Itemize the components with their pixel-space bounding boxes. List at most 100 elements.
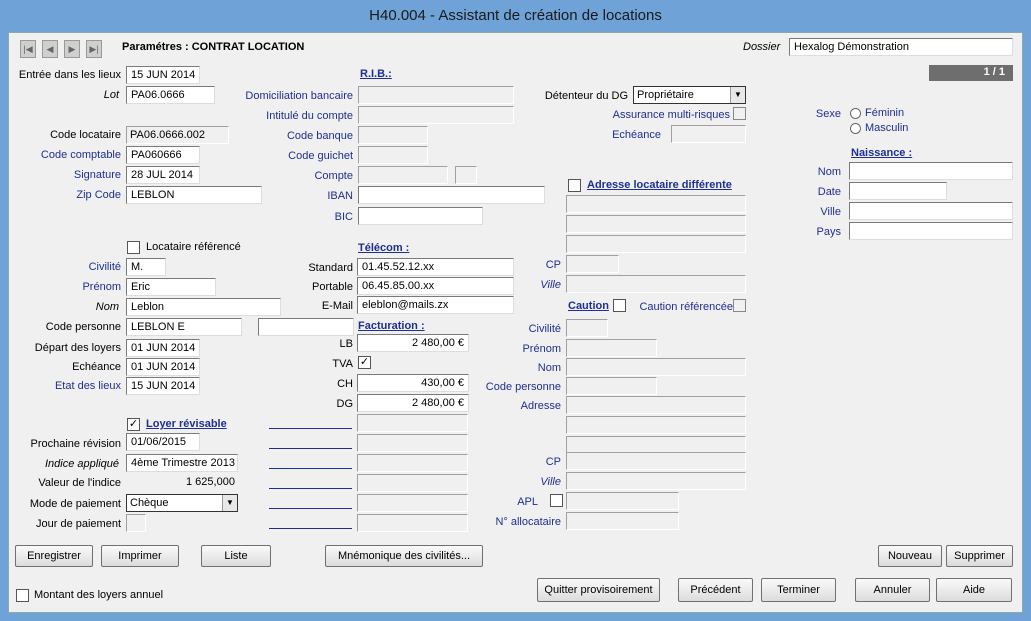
compte-label: Compte (314, 170, 353, 182)
naissance-nom-field[interactable] (849, 162, 1013, 180)
depart-label: Départ des loyers (34, 342, 121, 354)
tva-label: TVA (332, 358, 353, 370)
slot-field (357, 414, 468, 432)
feminin-radio[interactable] (850, 108, 861, 119)
lot-field[interactable]: PA06.0666 (126, 86, 215, 104)
allocataire-field (566, 512, 679, 530)
adresse-diff-checkbox[interactable] (568, 179, 581, 192)
next-record-icon[interactable]: ▶ (64, 40, 80, 58)
enregistrer-button[interactable]: Enregistrer (15, 545, 93, 567)
entree-label: Entrée dans les lieux (18, 69, 121, 81)
assurance-checkbox[interactable] (733, 107, 746, 120)
compte-cle-field (455, 166, 477, 184)
dossier-label: Dossier (743, 41, 781, 53)
line-slot (269, 448, 352, 449)
mode-paiement-select[interactable]: Chèque ▼ (126, 494, 238, 512)
locataire-ref-label: Locataire référencé (146, 241, 241, 253)
aide-button[interactable]: Aide (936, 578, 1012, 602)
precedent-button[interactable]: Précédent (678, 578, 753, 602)
etat-field[interactable]: 15 JUN 2014 (126, 377, 200, 395)
iban-field[interactable] (358, 186, 545, 204)
prenom-label: Prénom (82, 281, 121, 293)
lb-field[interactable]: 2 480,00 € (357, 334, 469, 352)
code-personne-extra-field[interactable] (258, 318, 354, 336)
terminer-button[interactable]: Terminer (761, 578, 836, 602)
chevron-down-icon: ▼ (222, 495, 237, 511)
caution-title: Caution (568, 300, 609, 312)
detenteur-select[interactable]: Propriétaire ▼ (633, 86, 746, 104)
jour-label: Jour de paiement (36, 518, 121, 530)
code-personne-field[interactable]: LEBLON E (126, 318, 242, 336)
bic-field[interactable] (358, 207, 483, 225)
mode-label: Mode de paiement (29, 498, 121, 510)
window-title: H40.004 - Assistant de création de locat… (0, 0, 1031, 32)
naissance-pays-label: Pays (816, 226, 841, 238)
caution-prenom-label: Prénom (522, 343, 561, 355)
adresse-cp-label: CP (545, 259, 561, 271)
depart-field[interactable]: 01 JUN 2014 (126, 339, 200, 357)
code-comptable-field[interactable]: PA060666 (126, 146, 200, 164)
rib-title: R.I.B.: (360, 68, 392, 80)
quitter-button[interactable]: Quitter provisoirement (537, 578, 660, 602)
first-record-icon[interactable]: |◀ (20, 40, 36, 58)
apl-field (566, 492, 679, 510)
indice-field[interactable]: 4ème Trimestre 2013 (126, 454, 238, 472)
prev-record-icon[interactable]: ◀ (42, 40, 58, 58)
loyer-revisable-label: Loyer révisable (146, 418, 227, 430)
last-record-icon[interactable]: ▶| (86, 40, 102, 58)
prochaine-label: Prochaine révision (30, 438, 122, 450)
signature-label: Signature (73, 169, 121, 181)
form-area: |◀ ◀ ▶ ▶| Paramétres : CONTRAT LOCATION … (8, 32, 1023, 613)
naissance-title: Naissance : (851, 147, 913, 159)
caution-civilite-field (566, 319, 608, 337)
tva-checkbox[interactable]: ✓ (358, 356, 371, 369)
zip-label: Zip Code (76, 189, 121, 201)
civilite-label: Civilité (88, 261, 121, 273)
telecom-title: Télécom : (358, 242, 410, 254)
caution-ref-label: Caution référencée (639, 301, 733, 313)
masculin-radio[interactable] (850, 123, 861, 134)
loyer-revisable-checkbox[interactable]: ✓ (127, 418, 140, 431)
apl-label: APL (517, 496, 538, 508)
montant-checkbox[interactable] (16, 589, 29, 602)
apl-checkbox[interactable] (550, 494, 563, 507)
code-guichet-field (358, 146, 428, 164)
feminin-label: Féminin (865, 107, 905, 119)
prenom-field[interactable]: Eric (126, 278, 216, 296)
caution-adresse-field (566, 396, 746, 414)
signature-field[interactable]: 28 JUL 2014 (126, 166, 200, 184)
mnemonique-button[interactable]: Mnémonique des civilités... (325, 545, 483, 567)
annuler-button[interactable]: Annuler (855, 578, 930, 602)
naissance-pays-field[interactable] (849, 222, 1013, 240)
compte-field (358, 166, 448, 184)
valeur-value: 1 625,000 (186, 476, 235, 488)
caution-nom-label: Nom (537, 362, 561, 374)
code-guichet-label: Code guichet (288, 150, 353, 162)
dg-field[interactable]: 2 480,00 € (357, 394, 469, 412)
code-locataire-label: Code locataire (50, 129, 121, 141)
locataire-ref-checkbox[interactable] (127, 241, 140, 254)
dossier-field[interactable]: Hexalog Démonstration (789, 38, 1013, 56)
caution-ref-checkbox[interactable] (733, 299, 746, 312)
domiciliation-field (358, 86, 514, 104)
nouveau-button[interactable]: Nouveau (878, 545, 942, 567)
email-field[interactable]: eleblon@mails.zx (357, 296, 514, 314)
caution-civilite-label: Civilité (528, 323, 561, 335)
entree-field[interactable]: 15 JUN 2014 (126, 66, 200, 84)
naissance-nom-label: Nom (817, 166, 841, 178)
imprimer-button[interactable]: Imprimer (101, 545, 179, 567)
prochaine-field[interactable]: 01/06/2015 (126, 433, 200, 451)
liste-button[interactable]: Liste (201, 545, 271, 567)
naissance-ville-field[interactable] (849, 202, 1013, 220)
bic-label: BIC (334, 211, 353, 223)
slot-field (357, 454, 468, 472)
supprimer-button[interactable]: Supprimer (946, 545, 1013, 567)
line-slot (269, 428, 352, 429)
naissance-date-field[interactable] (849, 182, 947, 200)
echeance-field[interactable]: 01 JUN 2014 (126, 358, 200, 376)
echeance-label: Echéance (72, 361, 121, 373)
civilite-field[interactable]: M. (126, 258, 166, 276)
assurance-label: Assurance multi-risques (612, 109, 730, 121)
code-banque-field (358, 126, 428, 144)
portable-label: Portable (312, 281, 353, 293)
